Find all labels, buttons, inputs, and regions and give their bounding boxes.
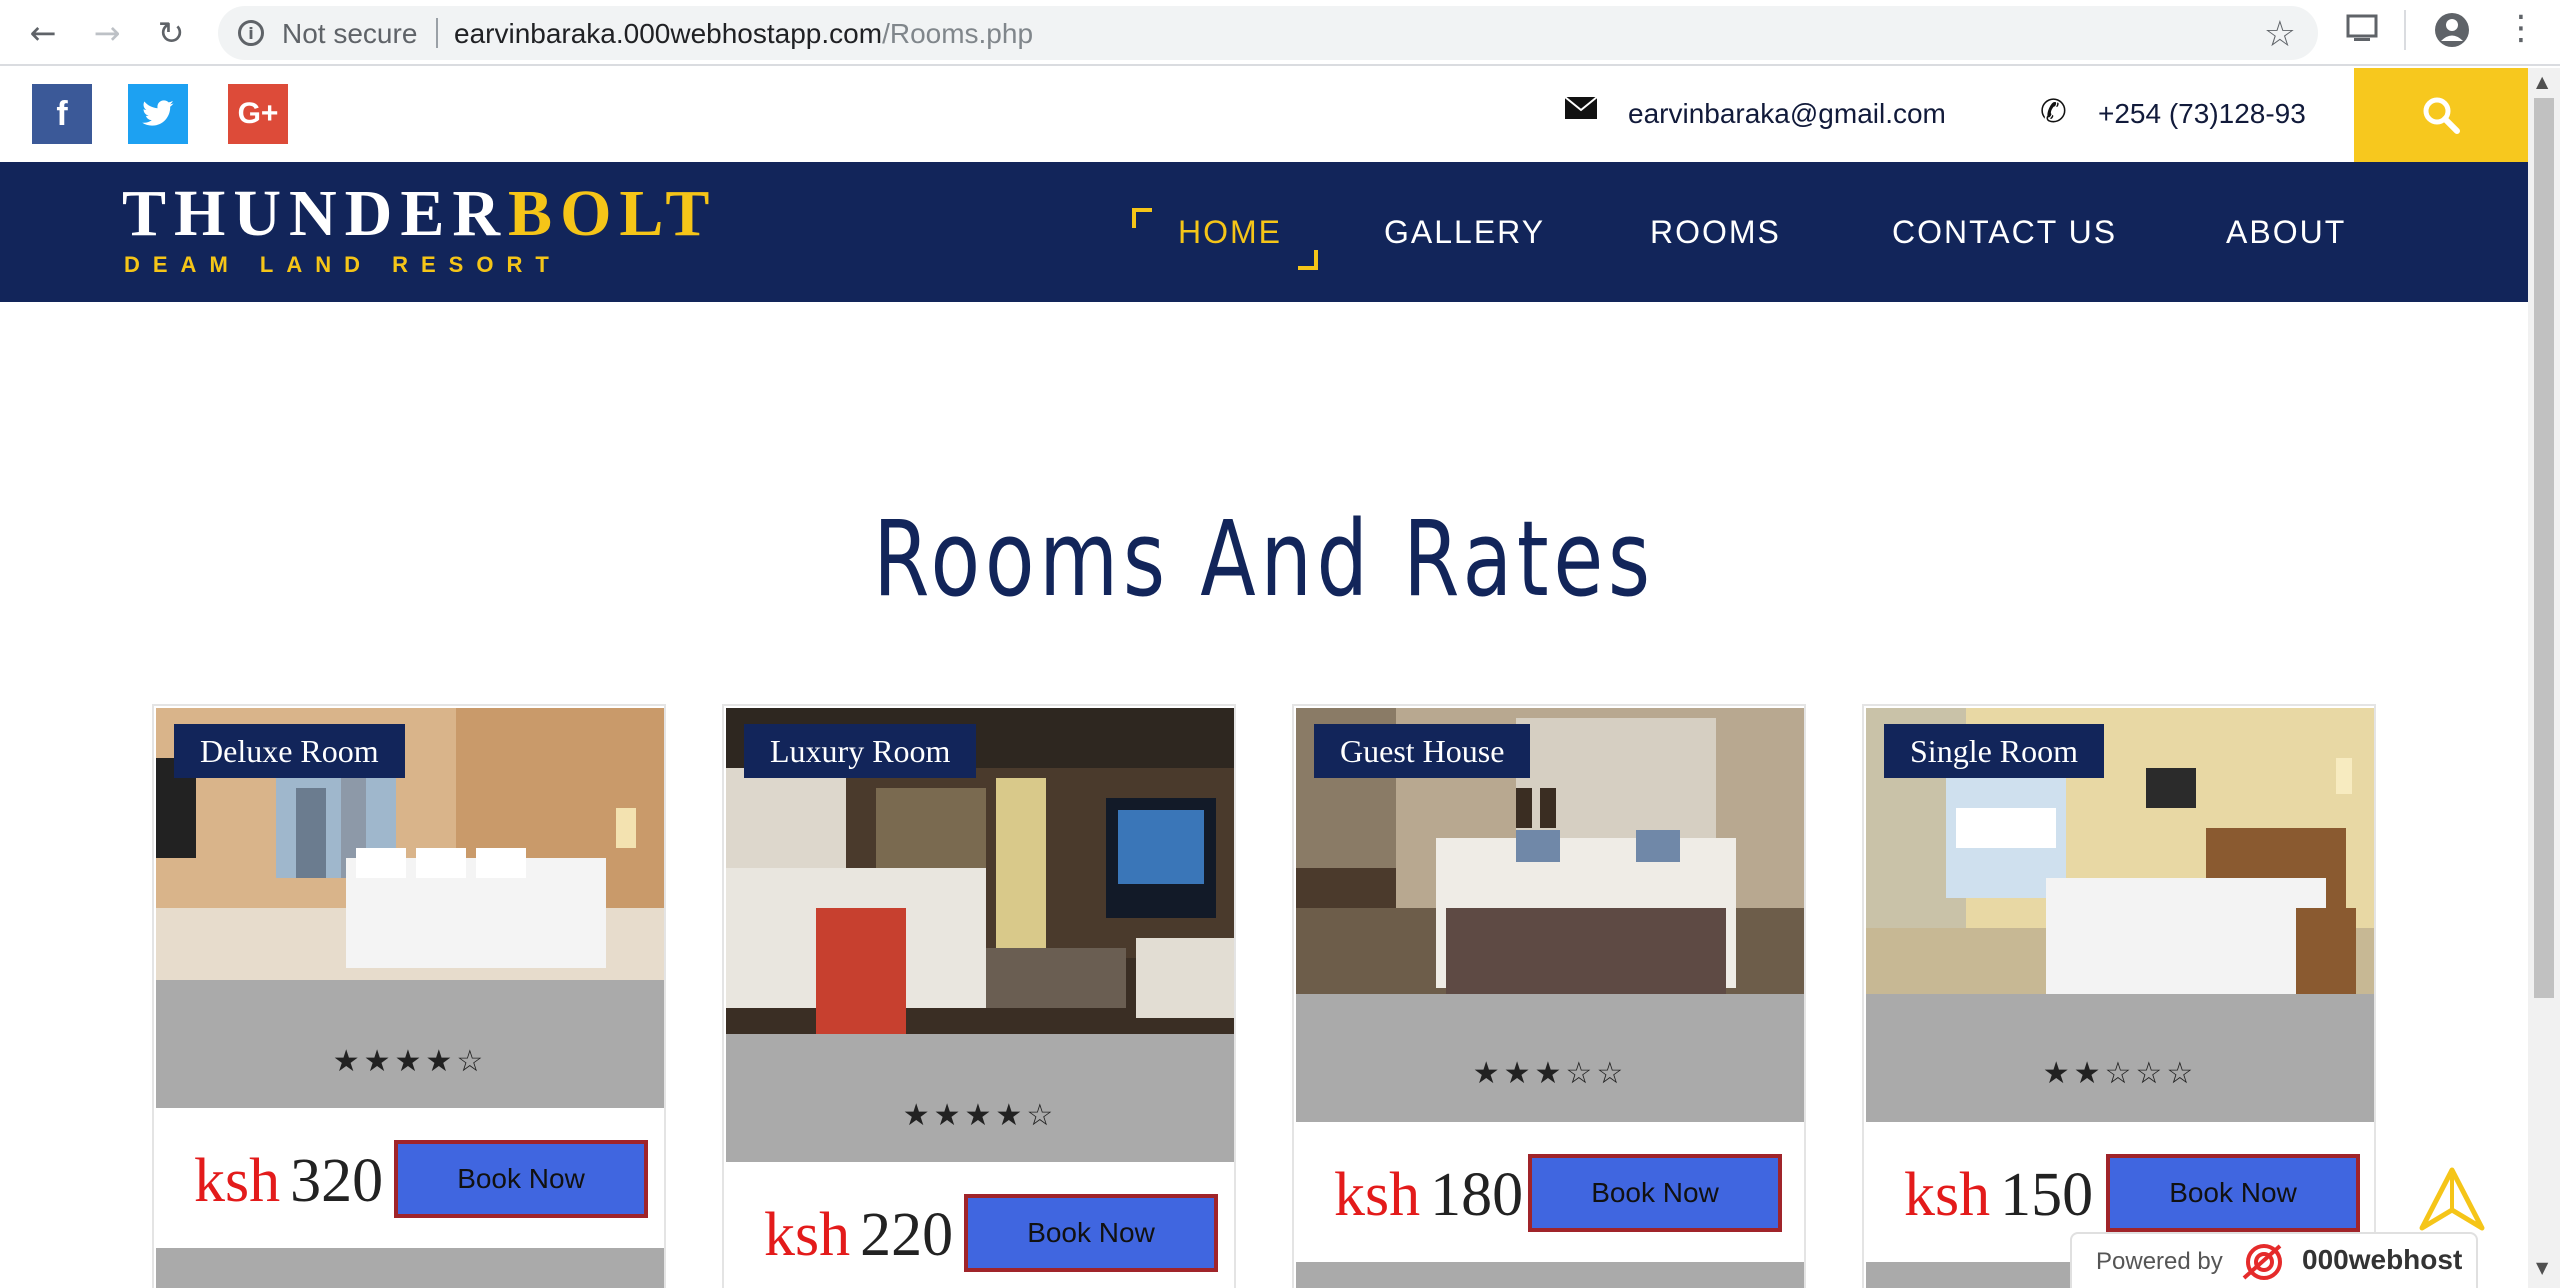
cast-icon[interactable] <box>2344 12 2380 52</box>
url-path: /Rooms.php <box>882 18 1034 49</box>
twitter-icon[interactable] <box>128 84 188 144</box>
price-value: 220 <box>860 1201 954 1269</box>
room-name: Guest House <box>1314 724 1531 778</box>
currency-label: ksh <box>194 1147 281 1215</box>
main-navbar: THUNDERBOLT DEAM LAND RESORT HOME GALLER… <box>0 162 2528 302</box>
currency-label: ksh <box>764 1201 851 1269</box>
contact-email[interactable]: earvinbaraka@gmail.com <box>1628 98 1946 130</box>
scroll-up-arrow-icon[interactable]: ▲ <box>2536 72 2548 91</box>
price-panel: ksh 180 Book Now <box>1296 1122 1804 1262</box>
book-now-button[interactable]: Book Now <box>2106 1154 2360 1232</box>
rating-panel: ★★★★☆ <box>156 980 664 1108</box>
powered-by-badge[interactable]: Powered by 000webhost <box>2070 1232 2478 1288</box>
toolbar-divider <box>2404 10 2406 50</box>
room-name: Deluxe Room <box>174 724 405 778</box>
room-price: ksh 220 <box>764 1200 953 1271</box>
star-rating: ★★★★☆ <box>902 1098 1058 1133</box>
price-panel: ksh 320 Book Now <box>156 1108 664 1248</box>
star-rating: ★★★☆☆ <box>1472 1056 1628 1091</box>
forward-arrow-icon[interactable]: → <box>84 10 130 56</box>
facebook-glyph: f <box>56 94 68 133</box>
currency-label: ksh <box>1334 1161 1421 1229</box>
phone-icon: ✆ <box>2040 92 2067 130</box>
rating-panel: ★★☆☆☆ <box>1866 994 2374 1122</box>
room-name: Single Room <box>1884 724 2105 778</box>
card-footer-strip <box>156 1248 664 1288</box>
address-bar[interactable]: i Not secure earvinbaraka.000webhostapp.… <box>218 6 2318 60</box>
envelope-icon <box>1564 92 1598 130</box>
powered-by-brand: 000webhost <box>2302 1244 2463 1275</box>
nav-home[interactable]: HOME <box>1178 214 1282 251</box>
book-now-button[interactable]: Book Now <box>394 1140 648 1218</box>
room-price: ksh 150 <box>1904 1160 2093 1231</box>
nav-contact-us[interactable]: CONTACT US <box>1892 214 2117 251</box>
scroll-to-top-icon[interactable] <box>2418 1166 2486 1232</box>
price-value: 320 <box>290 1147 384 1215</box>
currency-label: ksh <box>1904 1161 1991 1229</box>
browser-toolbar: ← → ↻ i Not secure earvinbaraka.000webho… <box>0 0 2560 66</box>
star-rating: ★★★★☆ <box>332 1044 488 1079</box>
url-text[interactable]: earvinbaraka.000webhostapp.com/Rooms.php <box>454 18 1033 50</box>
site-logo[interactable]: THUNDERBOLT <box>122 176 717 252</box>
google-plus-icon[interactable]: G+ <box>228 84 288 144</box>
webhost-logo-icon <box>2242 1244 2282 1280</box>
active-bracket-bottom-right <box>1298 250 1318 270</box>
room-card-single: Single Room ★★☆☆☆ ksh 150 Book Now <box>1862 704 2376 1288</box>
room-name: Luxury Room <box>744 724 977 778</box>
page-title: Rooms And Rates <box>873 498 1655 620</box>
scroll-thumb[interactable] <box>2534 98 2554 998</box>
room-card-luxury: Luxury Room ★★★★☆ ksh 220 Book Now <box>722 704 1236 1288</box>
google-plus-glyph: G+ <box>237 97 279 130</box>
room-price: ksh 180 <box>1334 1160 1523 1231</box>
profile-avatar-icon[interactable] <box>2432 10 2472 58</box>
url-domain: earvinbaraka.000webhostapp.com <box>454 18 883 49</box>
powered-by-text: Powered by <box>2096 1248 2223 1275</box>
search-button[interactable] <box>2354 68 2528 162</box>
rating-panel: ★★★★☆ <box>726 1034 1234 1162</box>
nav-gallery[interactable]: GALLERY <box>1384 214 1545 251</box>
info-icon[interactable]: i <box>238 20 264 46</box>
facebook-icon[interactable]: f <box>32 84 92 144</box>
price-value: 180 <box>1430 1161 1524 1229</box>
star-rating: ★★☆☆☆ <box>2042 1056 2198 1091</box>
menu-kebab-icon[interactable]: ⋮ <box>2504 8 2538 48</box>
reload-icon[interactable]: ↻ <box>148 10 194 56</box>
room-card-deluxe: Deluxe Room ★★★★☆ ksh 320 Book Now <box>152 704 666 1288</box>
contact-phone[interactable]: +254 (73)128-93 <box>2098 98 2306 130</box>
room-card-guest-house: Guest House ★★★☆☆ ksh 180 Book Now <box>1292 704 1806 1288</box>
active-bracket-top-left <box>1132 208 1152 228</box>
page-viewport: f G+ earvinbaraka@gmail.com ✆ +254 (73)1… <box>0 68 2528 1288</box>
price-panel: ksh 220 Book Now <box>726 1162 1234 1288</box>
scroll-down-arrow-icon[interactable]: ▼ <box>2536 1258 2548 1277</box>
price-value: 150 <box>2000 1161 2094 1229</box>
nav-about[interactable]: ABOUT <box>2226 214 2346 251</box>
back-arrow-icon[interactable]: ← <box>20 10 66 56</box>
card-footer-strip <box>1296 1262 1804 1288</box>
rating-panel: ★★★☆☆ <box>1296 994 1804 1122</box>
not-secure-label[interactable]: Not secure <box>282 18 417 50</box>
page-scrollbar[interactable]: ▲ ▼ <box>2528 68 2560 1288</box>
top-bar: f G+ earvinbaraka@gmail.com ✆ +254 (73)1… <box>0 68 2528 162</box>
url-divider <box>436 18 438 48</box>
logo-word-white: THUNDER <box>122 177 509 250</box>
logo-word-yellow: BOLT <box>508 177 718 250</box>
room-price: ksh 320 <box>194 1146 383 1217</box>
nav-rooms[interactable]: ROOMS <box>1650 214 1781 251</box>
logo-tagline: DEAM LAND RESORT <box>124 252 562 277</box>
book-now-button[interactable]: Book Now <box>1528 1154 1782 1232</box>
bookmark-star-icon[interactable]: ☆ <box>2264 14 2296 55</box>
book-now-button[interactable]: Book Now <box>964 1194 1218 1272</box>
search-icon <box>2423 97 2460 134</box>
